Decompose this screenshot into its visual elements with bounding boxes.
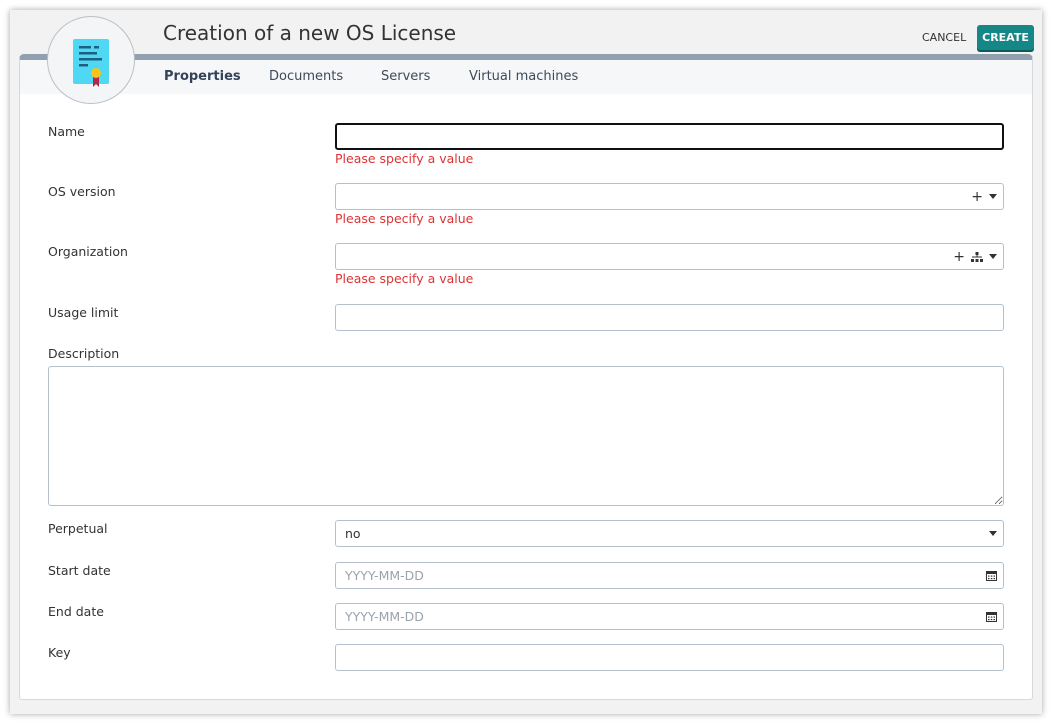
end-date-input[interactable]: YYYY-MM-DD [335, 603, 1004, 630]
perpetual-select[interactable]: no [335, 520, 1004, 547]
os-version-select[interactable]: + [335, 183, 1004, 210]
key-input[interactable] [335, 644, 1004, 671]
plus-icon[interactable]: + [971, 189, 983, 205]
start-date-placeholder: YYYY-MM-DD [345, 568, 424, 583]
description-label: Description [48, 346, 120, 361]
tab-properties[interactable]: Properties [164, 69, 241, 84]
perpetual-value: no [345, 526, 361, 541]
os-version-label: OS version [48, 184, 116, 199]
tab-servers[interactable]: Servers [381, 69, 430, 84]
tab-documents[interactable]: Documents [269, 69, 343, 84]
end-date-placeholder: YYYY-MM-DD [345, 609, 424, 624]
page-title: Creation of a new OS License [163, 21, 457, 45]
organization-label: Organization [48, 244, 128, 259]
os-version-error: Please specify a value [335, 211, 474, 226]
name-input[interactable] [335, 123, 1004, 150]
usage-limit-input[interactable] [335, 304, 1004, 331]
perpetual-label: Perpetual [48, 521, 108, 536]
name-error: Please specify a value [335, 151, 474, 166]
usage-limit-label: Usage limit [48, 305, 119, 320]
hierarchy-icon[interactable] [971, 251, 983, 262]
tab-virtual-machines[interactable]: Virtual machines [469, 69, 578, 84]
calendar-icon[interactable] [986, 611, 997, 622]
name-label: Name [48, 124, 85, 139]
chevron-down-icon[interactable] [989, 531, 997, 536]
create-button[interactable]: CREATE [977, 25, 1034, 50]
start-date-input[interactable]: YYYY-MM-DD [335, 562, 1004, 589]
organization-error: Please specify a value [335, 271, 474, 286]
key-label: Key [48, 645, 71, 660]
organization-select[interactable]: + [335, 243, 1004, 270]
calendar-icon[interactable] [986, 570, 997, 581]
end-date-label: End date [48, 604, 104, 619]
chevron-down-icon[interactable] [989, 254, 997, 259]
chevron-down-icon[interactable] [989, 194, 997, 199]
plus-icon[interactable]: + [953, 249, 965, 265]
start-date-label: Start date [48, 563, 111, 578]
description-textarea[interactable] [48, 366, 1004, 506]
cancel-button[interactable]: CANCEL [922, 31, 966, 44]
license-icon [47, 16, 135, 104]
